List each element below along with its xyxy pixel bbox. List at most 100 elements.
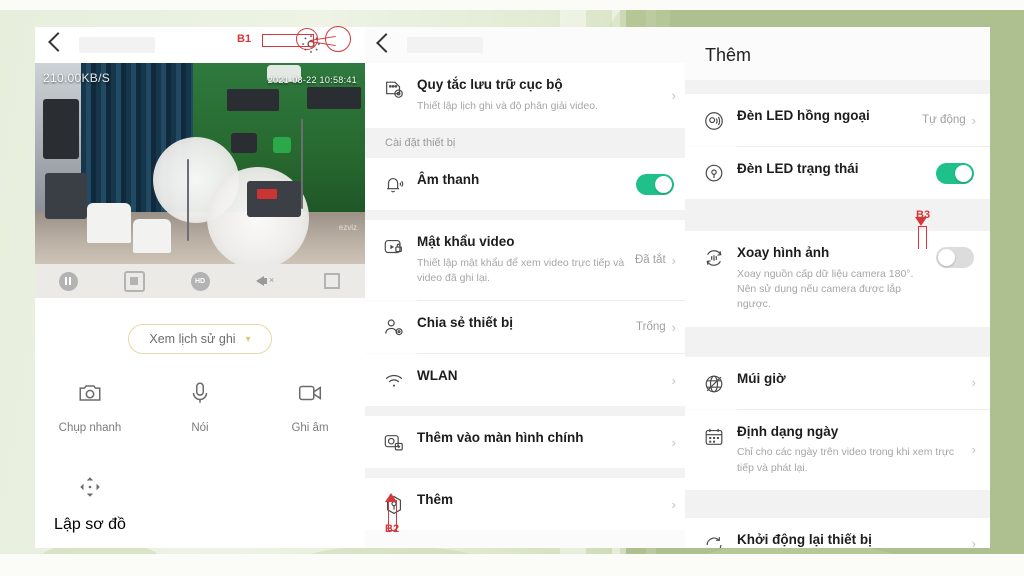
more-panel-title: Thêm	[705, 45, 752, 65]
list-item-body: Xoay hình ảnh Xoay nguồn cấp dữ liệu cam…	[729, 245, 936, 313]
list-item-title: Âm thanh	[417, 172, 480, 188]
list-item-title: Định dạng ngày	[737, 423, 839, 439]
hd-icon: HD	[190, 271, 210, 291]
list-item-body: Âm thanh	[409, 172, 636, 189]
chevron-right-icon: ›	[671, 434, 676, 450]
calendar-icon	[699, 424, 729, 448]
list-item-body: WLAN	[409, 368, 672, 385]
mute-button[interactable]: ×	[255, 270, 277, 292]
talk-action[interactable]: Nói	[145, 380, 255, 434]
list-item-subtitle: Thiết lập lịch ghi và độ phân giải video…	[417, 99, 598, 112]
fullscreen-button[interactable]	[321, 270, 343, 292]
list-item-title: Khởi động lại thiết bị	[737, 531, 872, 547]
list-item-share-device[interactable]: Chia sẻ thiết bị Trống ›	[365, 301, 690, 354]
video-camera-rig	[257, 189, 277, 199]
video-tripod	[187, 159, 189, 241]
quality-button[interactable]: HD	[189, 270, 211, 292]
list-item-restart-device[interactable]: Khởi động lại thiết bị ›	[685, 517, 990, 548]
list-item-date-format[interactable]: Định dạng ngày Chỉ cho các ngày trên vid…	[685, 409, 990, 490]
video-camera-rig	[247, 181, 301, 217]
quick-actions-row: Chụp nhanh Nói Ghi âm	[35, 380, 365, 434]
restart-icon	[699, 532, 729, 548]
settings-title-placeholder	[407, 37, 483, 53]
bell-sound-icon	[379, 172, 409, 196]
list-item-more[interactable]: Thêm ›	[365, 478, 690, 531]
list-gap	[685, 199, 990, 231]
list-item-title: Đèn LED trạng thái	[737, 161, 859, 176]
list-item-body: Quy tắc lưu trữ cục bộ Thiết lập lịch gh…	[409, 77, 672, 114]
list-item-status-led[interactable]: Đèn LED trạng thái	[685, 147, 990, 199]
map-action[interactable]: Lập sơ đồ	[35, 474, 145, 534]
live-view-panel: 210.00KB/S 2021-08-22 10:58:41 ezviz HD …	[35, 27, 365, 548]
video-controls-bar: HD ×	[35, 264, 365, 298]
list-item-add-to-home[interactable]: Thêm vào màn hình chính ›	[365, 416, 690, 469]
map-action-label: Lập sơ đồ	[54, 516, 126, 533]
snapshot-action[interactable]: Chụp nhanh	[35, 380, 145, 434]
pause-icon	[58, 271, 78, 291]
more-settings-panel: Thêm Đèn LED hồng ngoại Tự động › Đèn LE…	[685, 27, 990, 548]
list-item-body: Thêm vào màn hình chính	[409, 430, 672, 447]
list-item-infrared-led[interactable]: Đèn LED hồng ngoại Tự động ›	[685, 94, 990, 146]
list-gap	[685, 80, 990, 94]
timezone-globe-icon	[699, 371, 729, 395]
chevron-right-icon: ›	[671, 319, 676, 335]
screenshot-stage: 210.00KB/S 2021-08-22 10:58:41 ezviz HD …	[0, 0, 1024, 576]
list-item-title: WLAN	[417, 368, 458, 384]
status-led-toggle[interactable]	[936, 162, 974, 184]
chevron-right-icon: ›	[671, 496, 676, 512]
video-lock-icon	[379, 234, 409, 258]
chevron-right-icon: ›	[971, 536, 976, 548]
record-action[interactable]: Ghi âm	[255, 380, 365, 434]
chevron-right-icon: ›	[671, 88, 676, 104]
list-item-subtitle: Xoay nguồn cấp dữ liệu camera 180°. Nên …	[737, 267, 914, 311]
list-gap	[365, 468, 690, 479]
add-to-home-icon	[379, 430, 409, 454]
list-item-title: Quy tắc lưu trữ cục bộ	[417, 77, 563, 92]
video-object	[45, 173, 87, 219]
audio-toggle[interactable]	[636, 173, 674, 195]
list-gap	[365, 210, 690, 221]
list-item-title: Xoay hình ảnh	[737, 245, 830, 260]
list-item-body: Đèn LED trạng thái	[729, 161, 936, 178]
list-item-rotate-image[interactable]: Xoay hình ảnh Xoay nguồn cấp dữ liệu cam…	[685, 231, 990, 327]
history-button-wrap: Xem lịch sử ghi ▾	[35, 324, 365, 354]
video-chair	[87, 203, 131, 243]
list-item-local-storage-rule[interactable]: Quy tắc lưu trữ cục bộ Thiết lập lịch gh…	[365, 63, 690, 129]
pause-button[interactable]	[57, 270, 79, 292]
dpad-icon	[77, 474, 103, 500]
video-object	[227, 89, 279, 111]
list-item-title: Chia sẻ thiết bị	[417, 315, 514, 331]
list-item-body: Thêm	[409, 492, 672, 509]
list-item-wlan[interactable]: WLAN ›	[365, 354, 690, 407]
chevron-right-icon: ›	[671, 372, 676, 388]
sd-card-icon	[379, 77, 409, 101]
annotation-b2-label: B2	[385, 523, 400, 535]
view-recording-history-button[interactable]: Xem lịch sử ghi ▾	[128, 324, 272, 354]
top-edge-strip	[0, 0, 1024, 10]
settings-navbar	[365, 27, 690, 63]
bottom-edge-strip	[0, 554, 1024, 576]
back-chevron-icon[interactable]	[48, 32, 68, 52]
stop-record-button[interactable]	[123, 270, 145, 292]
record-label: Ghi âm	[291, 422, 329, 434]
chevron-right-icon: ›	[971, 375, 976, 391]
list-item-body: Đèn LED hồng ngoại	[729, 108, 922, 125]
snapshot-label: Chụp nhanh	[58, 422, 122, 434]
rotate-image-toggle[interactable]	[936, 247, 974, 268]
list-item-title: Mật khẩu video	[417, 234, 515, 250]
video-record-icon	[297, 380, 323, 406]
status-led-icon	[699, 161, 729, 185]
video-timestamp-label: 2021-08-22 10:58:41	[267, 75, 357, 85]
video-chair	[133, 219, 171, 253]
list-item-title: Múi giờ	[737, 370, 786, 386]
back-chevron-icon[interactable]	[376, 33, 396, 53]
stop-square-icon	[123, 270, 145, 292]
live-video-feed[interactable]: 210.00KB/S 2021-08-22 10:58:41 ezviz	[35, 63, 365, 264]
device-name-placeholder	[79, 37, 155, 53]
list-item-video-password[interactable]: Mật khẩu video Thiết lập mật khẩu để xem…	[365, 220, 690, 301]
list-item-audio[interactable]: Âm thanh	[365, 158, 690, 211]
video-bitrate-label: 210.00KB/S	[43, 71, 111, 85]
list-item-timezone[interactable]: Múi giờ ›	[685, 356, 990, 409]
annotation-b1-target-circle	[325, 26, 351, 52]
video-object	[307, 87, 361, 109]
